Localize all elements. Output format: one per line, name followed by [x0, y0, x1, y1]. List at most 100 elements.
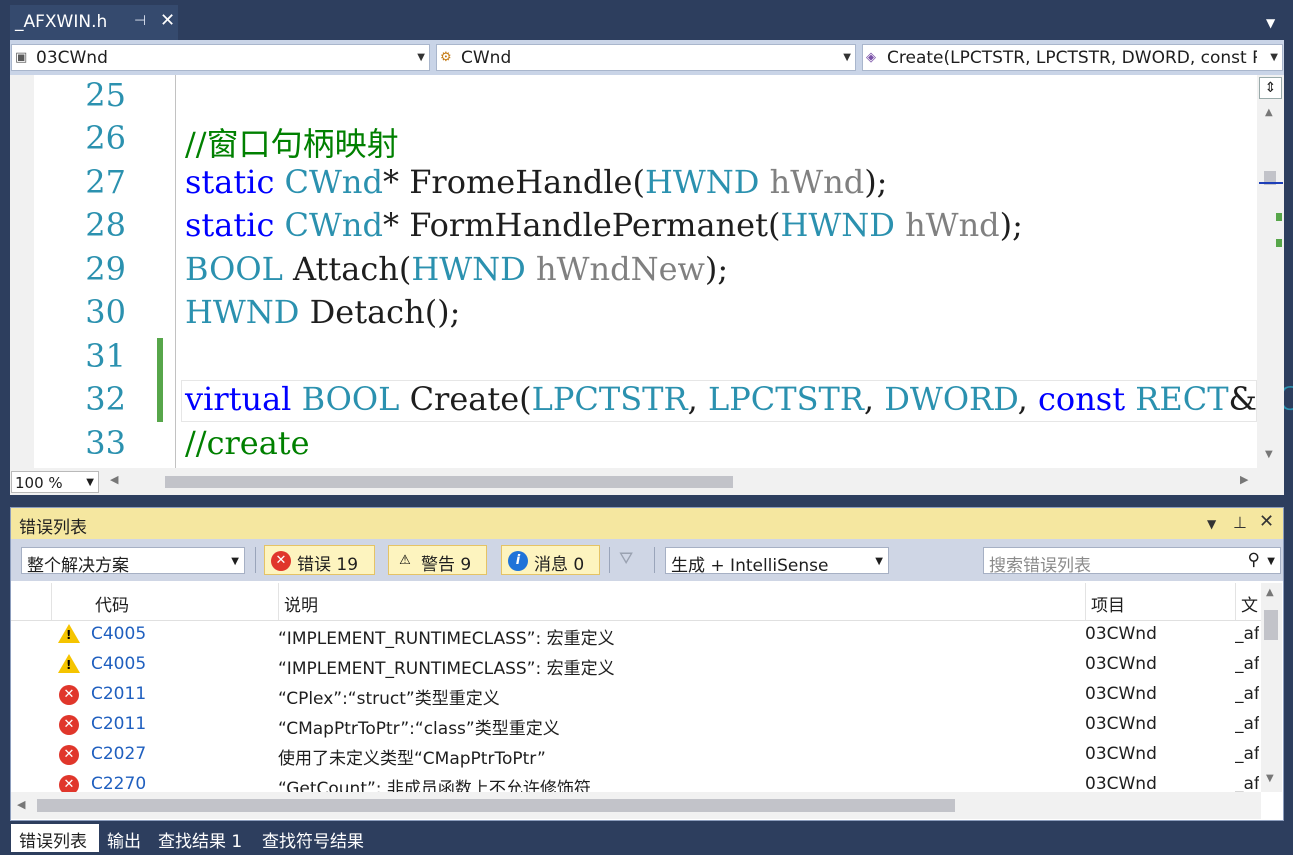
zoom-dropdown[interactable]: 100 % ▼ [11, 471, 99, 493]
line-number: 29 [85, 250, 126, 288]
document-tab-strip [0, 0, 1293, 40]
error-code-link[interactable]: C2027 [91, 744, 146, 764]
error-list-row[interactable]: ✕ C2027 使用了未定义类型“CMapPtrToPtr” 03CWnd _a… [11, 740, 1261, 770]
error-list-header: 代码 说明 项目 文 [11, 583, 1261, 621]
indicator-margin [10, 75, 34, 468]
search-icon[interactable]: ⚲ [1248, 550, 1260, 570]
line-number: 31 [85, 337, 126, 375]
code-type: LPCTSTR [707, 380, 864, 418]
scroll-right-icon[interactable]: ▶ [1240, 473, 1248, 486]
code-text: Detach(); [299, 293, 461, 331]
code-keyword: const [1038, 380, 1126, 418]
class-dropdown[interactable]: ⚙ CWnd ▼ [436, 44, 856, 71]
error-list-title: 错误列表 [19, 518, 87, 538]
code-line-27[interactable]: static CWnd* FromeHandle(HWND hWnd); [185, 163, 887, 201]
error-code-link[interactable]: C2270 [91, 774, 146, 792]
line-number: 26 [85, 119, 126, 157]
scroll-left-icon[interactable]: ◀ [17, 798, 25, 811]
code-comment: //create [185, 424, 310, 462]
column-header-file[interactable]: 文 [1241, 591, 1259, 616]
horizontal-scroll-thumb[interactable] [165, 476, 733, 488]
code-line-26[interactable]: //窗口句柄映射 [185, 119, 399, 165]
code-text: Attach( [282, 250, 412, 288]
change-map-marker [1276, 213, 1282, 221]
chevron-down-icon: ▼ [417, 52, 425, 63]
column-header-project[interactable]: 项目 [1091, 591, 1125, 616]
error-code-link[interactable]: C2011 [91, 714, 146, 734]
tab-find-symbol-results[interactable]: 查找符号结果 [254, 824, 378, 852]
error-list-horizontal-thumb[interactable] [37, 799, 955, 812]
change-map-marker [1276, 239, 1282, 247]
error-description: “CMapPtrToPtr”:“class”类型重定义 [278, 719, 560, 739]
chevron-down-icon: ▼ [843, 52, 851, 63]
close-icon[interactable]: ✕ [160, 10, 175, 31]
clear-filter-icon[interactable]: ⛛ [619, 549, 633, 569]
code-line-29[interactable]: BOOL Attach(HWND hWndNew); [185, 250, 728, 288]
info-icon: i [508, 551, 528, 571]
scroll-left-icon[interactable]: ◀ [110, 473, 118, 486]
error-list-row[interactable]: ✕ C2270 “GetCount”: 非成员函数上不允许修饰符 03CWnd … [11, 770, 1261, 792]
chevron-down-icon: ▼ [86, 477, 94, 488]
code-line-28[interactable]: static CWnd* FormHandlePermanet(HWND hWn… [185, 206, 1023, 244]
pin-icon[interactable]: ⊥ [1233, 513, 1247, 532]
pin-icon[interactable]: ⊣ [134, 13, 146, 29]
tab-label: 错误列表 [19, 832, 87, 852]
error-list-row[interactable]: ✕ C2011 “CMapPtrToPtr”:“class”类型重定义 03CW… [11, 710, 1261, 740]
scope-dropdown[interactable]: 整个解决方案 ▼ [21, 547, 245, 576]
code-param: hWnd [759, 163, 865, 201]
project-dropdown[interactable]: ▣ 03CWnd ▼ [11, 44, 430, 71]
column-separator [51, 583, 52, 620]
chevron-down-icon: ▼ [875, 556, 883, 567]
scroll-down-icon[interactable]: ▼ [1265, 449, 1273, 460]
scroll-up-icon[interactable]: ▲ [1266, 587, 1274, 598]
code-line-30[interactable]: HWND Detach(); [185, 293, 460, 331]
column-header-code[interactable]: 代码 [95, 591, 129, 616]
error-code-link[interactable]: C4005 [91, 624, 146, 644]
line-number: 25 [85, 76, 126, 114]
scroll-down-icon[interactable]: ▼ [1266, 773, 1274, 784]
column-separator [1235, 583, 1236, 620]
errors-filter-button[interactable]: ✕ 错误 19 [264, 545, 375, 575]
error-icon: ✕ [59, 745, 79, 765]
build-filter-dropdown[interactable]: 生成 + IntelliSense ▼ [665, 547, 889, 576]
error-search-box[interactable]: 搜索错误列表 ⚲ ▼ [983, 547, 1281, 576]
warning-icon: ! [58, 624, 80, 643]
zoom-value: 100 % [15, 474, 63, 492]
error-file: _af [1235, 744, 1259, 764]
error-list-title-bar: 错误列表 ▼ ⊥ ✕ [11, 508, 1283, 539]
column-separator [1085, 583, 1086, 620]
messages-filter-button[interactable]: i 消息 0 [501, 545, 600, 575]
warnings-filter-label: 警告 9 [421, 555, 472, 575]
code-line-32[interactable]: virtual BOOL Create(LPCTSTR, LPCTSTR, DW… [185, 380, 1293, 418]
editor-vertical-scrollbar[interactable]: ▲ ▼ [1257, 75, 1284, 468]
warnings-filter-button[interactable]: ⚠ 警告 9 [388, 545, 487, 575]
messages-filter-label: 消息 0 [534, 555, 585, 575]
tab-list-dropdown-icon[interactable]: ▼ [1266, 16, 1275, 30]
error-list-row[interactable]: ✕ C2011 “CPlex”:“struct”类型重定义 03CWnd _af [11, 680, 1261, 710]
split-window-button[interactable]: ⇕ [1259, 77, 1282, 99]
error-code-link[interactable]: C4005 [91, 654, 146, 674]
tab-find-results-1[interactable]: 查找结果 1 [150, 824, 254, 852]
error-code-link[interactable]: C2011 [91, 684, 146, 704]
code-text: ); [999, 206, 1023, 244]
tab-output[interactable]: 输出 [99, 824, 149, 852]
member-dropdown[interactable]: ◈ Create(LPCTSTR, LPCTSTR, DWORD, const … [862, 44, 1283, 71]
error-project: 03CWnd [1085, 744, 1157, 764]
code-type: HWND [644, 163, 760, 201]
error-list-row[interactable]: ! C4005 “IMPLEMENT_RUNTIMECLASS”: 宏重定义 0… [11, 650, 1261, 680]
error-list-row[interactable]: ! C4005 “IMPLEMENT_RUNTIMECLASS”: 宏重定义 0… [11, 620, 1261, 650]
scroll-up-icon[interactable]: ▲ [1265, 107, 1273, 118]
code-keyword: virtual [185, 380, 292, 418]
line-number: 28 [85, 206, 126, 244]
code-type: DWORD [884, 380, 1018, 418]
close-icon[interactable]: ✕ [1259, 511, 1274, 532]
tab-error-list[interactable]: 错误列表 [11, 824, 99, 852]
document-tab[interactable]: _AFXWIN.h ⊣ ✕ [10, 5, 178, 40]
column-separator [278, 583, 279, 620]
errors-filter-label: 错误 19 [297, 555, 359, 575]
error-list-scroll-thumb[interactable] [1264, 610, 1278, 640]
window-menu-icon[interactable]: ▼ [1207, 517, 1216, 531]
code-line-33[interactable]: //create [185, 424, 310, 462]
column-header-description[interactable]: 说明 [284, 591, 318, 616]
change-marker [157, 338, 163, 422]
